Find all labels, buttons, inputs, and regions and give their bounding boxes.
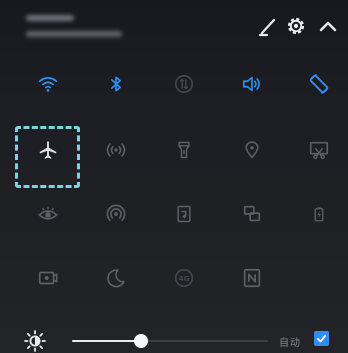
eye-icon: [38, 206, 58, 220]
tile-airplane-mode[interactable]: [26, 128, 70, 172]
settings-gear-icon[interactable]: [284, 14, 308, 38]
screen-record-icon: [38, 271, 58, 285]
tile-multi-screen[interactable]: [230, 192, 274, 236]
multi-screen-icon: [243, 205, 261, 222]
brightness-icon: [24, 330, 46, 352]
mobile-data-icon: [174, 74, 194, 94]
tile-sound[interactable]: [230, 62, 274, 106]
screen-share-icon: [177, 205, 191, 223]
nfc-icon: [243, 268, 261, 288]
brightness-slider[interactable]: [72, 334, 268, 348]
battery-icon: [314, 207, 324, 222]
location-pin-icon: [245, 141, 259, 159]
tile-battery-saver[interactable]: [297, 192, 341, 236]
svg-text:4G: 4G: [178, 274, 189, 283]
tile-4g[interactable]: 4G: [162, 256, 206, 300]
4g-icon: 4G: [174, 268, 194, 288]
airplane-icon: [39, 141, 57, 159]
tile-wifi[interactable]: [26, 62, 70, 106]
tile-nfc[interactable]: [230, 256, 274, 300]
tile-eye-comfort[interactable]: [26, 192, 70, 236]
tile-bluetooth[interactable]: [94, 62, 138, 106]
brightness-slider-fill: [72, 340, 141, 342]
notification-panel: 4G 自动: [0, 0, 348, 353]
carrier-name: [26, 15, 74, 21]
tile-screen-record[interactable]: [26, 256, 70, 300]
collapse-chevron-up-icon[interactable]: [316, 14, 340, 38]
tile-screenshot[interactable]: [297, 128, 341, 172]
screenshot-icon: [309, 141, 329, 160]
status-text: [26, 31, 122, 37]
tile-hotspot[interactable]: [94, 128, 138, 172]
tile-do-not-disturb[interactable]: [94, 256, 138, 300]
moon-icon: [107, 269, 125, 288]
wifi-icon: [38, 77, 58, 92]
tile-screen-share[interactable]: [162, 192, 206, 236]
panel-header: [0, 0, 348, 62]
tile-nfc-wireless[interactable]: [94, 192, 138, 236]
bluetooth-icon: [111, 76, 121, 92]
tile-auto-rotate[interactable]: [297, 62, 341, 106]
tile-flashlight[interactable]: [162, 128, 206, 172]
auto-rotate-icon: [309, 74, 329, 94]
tile-mobile-data[interactable]: [162, 62, 206, 106]
hotspot-icon: [106, 143, 126, 157]
wireless-broadcast-icon: [106, 204, 126, 221]
flashlight-icon: [178, 141, 190, 159]
tile-location[interactable]: [230, 128, 274, 172]
auto-brightness-label: 自动: [279, 338, 301, 349]
brightness-slider-thumb[interactable]: [133, 334, 148, 348]
speaker-icon: [242, 76, 260, 92]
auto-brightness-checkbox[interactable]: [314, 331, 329, 346]
checkmark-icon: [316, 334, 327, 343]
edit-icon[interactable]: [256, 14, 280, 38]
